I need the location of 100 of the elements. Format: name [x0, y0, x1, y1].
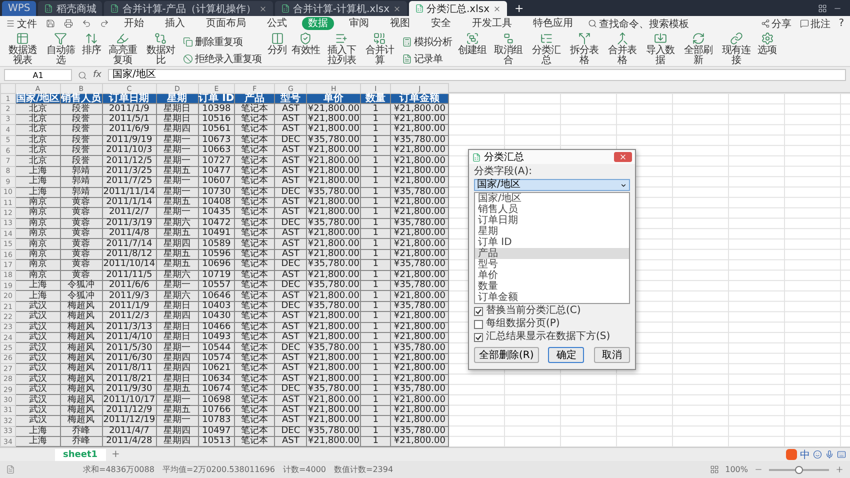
- table-cell[interactable]: ¥21,800.00: [306, 124, 361, 136]
- table-cell[interactable]: 武汉: [16, 312, 60, 322]
- zoom-level[interactable]: 100%: [725, 465, 748, 474]
- ribbon-button[interactable]: 拒绝录入重复项: [183, 52, 262, 66]
- table-cell[interactable]: 笔记本: [234, 176, 275, 188]
- table-cell[interactable]: 黄蓉: [60, 249, 102, 260]
- table-cell[interactable]: 笔记本: [234, 260, 275, 270]
- table-cell[interactable]: ¥21,800.00: [306, 249, 361, 260]
- ribbon-button[interactable]: 合并计算: [361, 32, 398, 66]
- table-cell[interactable]: 武汉: [16, 384, 60, 395]
- table-cell[interactable]: 星期日: [156, 332, 198, 343]
- table-cell[interactable]: 星期六: [156, 270, 198, 281]
- table-cell[interactable]: 星期一: [156, 176, 198, 188]
- table-cell[interactable]: AST: [274, 208, 307, 218]
- table-cell[interactable]: 星期五: [156, 260, 198, 270]
- table-cell[interactable]: 星期五: [156, 384, 198, 395]
- table-cell[interactable]: 笔记本: [234, 416, 275, 426]
- ribbon-button[interactable]: 数据对比: [142, 32, 179, 66]
- table-cell[interactable]: ¥35,780.00: [306, 280, 361, 291]
- table-cell[interactable]: 笔记本: [234, 405, 275, 416]
- table-cell[interactable]: 武汉: [16, 353, 60, 364]
- table-cell[interactable]: 星期四: [156, 124, 198, 136]
- table-cell[interactable]: ¥21,800.00: [390, 416, 449, 426]
- table-cell[interactable]: 2011/3/19: [102, 218, 156, 229]
- table-cell[interactable]: ¥21,800.00: [306, 176, 361, 188]
- dialog-button[interactable]: 取消: [594, 347, 630, 363]
- table-cell[interactable]: ¥35,780.00: [390, 280, 449, 291]
- dialog-button[interactable]: 确定: [548, 347, 584, 363]
- table-cell[interactable]: 10783: [198, 416, 235, 426]
- table-cell[interactable]: ¥21,800.00: [306, 416, 361, 426]
- name-box[interactable]: A1: [4, 69, 72, 81]
- document-tab[interactable]: 分类汇总.xlsx: [408, 1, 507, 16]
- menu-tab[interactable]: 安全: [425, 17, 457, 30]
- formula-field[interactable]: 国家/地区: [108, 69, 846, 81]
- table-cell[interactable]: 郭靖: [60, 187, 102, 198]
- table-cell[interactable]: ¥35,780.00: [390, 384, 449, 395]
- table-cell[interactable]: ¥21,800.00: [390, 145, 449, 156]
- table-cell[interactable]: 星期四: [156, 238, 198, 250]
- ribbon-button[interactable]: 插入下拉列表: [323, 32, 360, 66]
- field-select[interactable]: 国家/地区: [474, 179, 630, 191]
- function-label[interactable]: fx: [93, 70, 102, 80]
- ribbon-button[interactable]: 记录单: [402, 52, 452, 66]
- table-cell[interactable]: 笔记本: [234, 353, 275, 364]
- table-cell[interactable]: 2011/7/25: [102, 176, 156, 188]
- table-cell[interactable]: 10557: [198, 280, 235, 291]
- table-cell[interactable]: 北京: [16, 124, 60, 136]
- table-cell[interactable]: 10607: [198, 176, 235, 188]
- add-sheet-button[interactable]: +: [112, 449, 120, 460]
- table-cell[interactable]: 2011/3/13: [102, 322, 156, 332]
- table-cell[interactable]: 2011/10/3: [102, 145, 156, 156]
- menu-tab[interactable]: 特色应用: [527, 17, 579, 30]
- table-cell[interactable]: 梅超风: [60, 384, 102, 395]
- table-cell[interactable]: ¥35,780.00: [306, 260, 361, 270]
- header-cell[interactable]: 销售人员: [60, 94, 102, 104]
- table-cell[interactable]: 星期一: [156, 156, 198, 166]
- table-cell[interactable]: 黄蓉: [60, 260, 102, 270]
- table-cell[interactable]: 10696: [198, 260, 235, 270]
- table-cell[interactable]: ¥35,780.00: [390, 301, 449, 312]
- table-cell[interactable]: 星期一: [156, 187, 198, 198]
- table-cell[interactable]: 笔记本: [234, 208, 275, 218]
- table-cell[interactable]: ¥21,800.00: [306, 312, 361, 322]
- table-cell[interactable]: 2011/6/9: [102, 124, 156, 136]
- table-cell[interactable]: 2011/12/9: [102, 405, 156, 416]
- table-cell[interactable]: 黄蓉: [60, 228, 102, 239]
- checkbox[interactable]: [474, 306, 483, 316]
- table-cell[interactable]: 星期六: [156, 218, 198, 229]
- table-cell[interactable]: 星期四: [156, 364, 198, 374]
- table-cell[interactable]: 星期四: [156, 353, 198, 364]
- table-cell[interactable]: 武汉: [16, 332, 60, 343]
- comment-button[interactable]: 批注: [800, 16, 831, 30]
- table-cell[interactable]: ¥35,780.00: [390, 187, 449, 198]
- header-cell[interactable]: 型号: [274, 94, 307, 104]
- table-cell[interactable]: AST: [274, 416, 307, 426]
- table-cell[interactable]: 2011/4/28: [102, 436, 156, 447]
- table-cell[interactable]: 星期一: [156, 135, 198, 146]
- table-cell[interactable]: 武汉: [16, 322, 60, 332]
- ribbon-button[interactable]: 数据透视表: [4, 32, 41, 66]
- table-cell[interactable]: 笔记本: [234, 436, 275, 447]
- table-cell[interactable]: 笔记本: [234, 166, 275, 177]
- table-cell[interactable]: ¥21,800.00: [390, 228, 449, 239]
- table-cell[interactable]: 武汉: [16, 416, 60, 426]
- table-cell[interactable]: ¥21,800.00: [306, 332, 361, 343]
- table-cell[interactable]: ¥21,800.00: [390, 332, 449, 343]
- table-cell[interactable]: 星期日: [156, 301, 198, 312]
- table-cell[interactable]: ¥21,800.00: [306, 114, 361, 125]
- ime-mode[interactable]: 中: [800, 448, 810, 462]
- ribbon-button[interactable]: 合并表格: [604, 32, 640, 66]
- table-cell[interactable]: 星期日: [156, 114, 198, 125]
- table-cell[interactable]: 笔记本: [234, 218, 275, 229]
- table-cell[interactable]: 星期日: [156, 104, 198, 114]
- table-cell[interactable]: 笔记本: [234, 312, 275, 322]
- table-cell[interactable]: ¥21,800.00: [390, 322, 449, 332]
- table-cell[interactable]: AST: [274, 364, 307, 374]
- table-cell[interactable]: 笔记本: [234, 228, 275, 239]
- table-cell[interactable]: 笔记本: [234, 426, 275, 436]
- ribbon-button[interactable]: 取消组合: [490, 32, 526, 66]
- header-cell[interactable]: 国家/地区: [16, 94, 60, 104]
- table-cell[interactable]: 星期一: [156, 342, 198, 354]
- table-cell[interactable]: ¥21,800.00: [390, 176, 449, 188]
- table-cell[interactable]: 星期五: [156, 228, 198, 239]
